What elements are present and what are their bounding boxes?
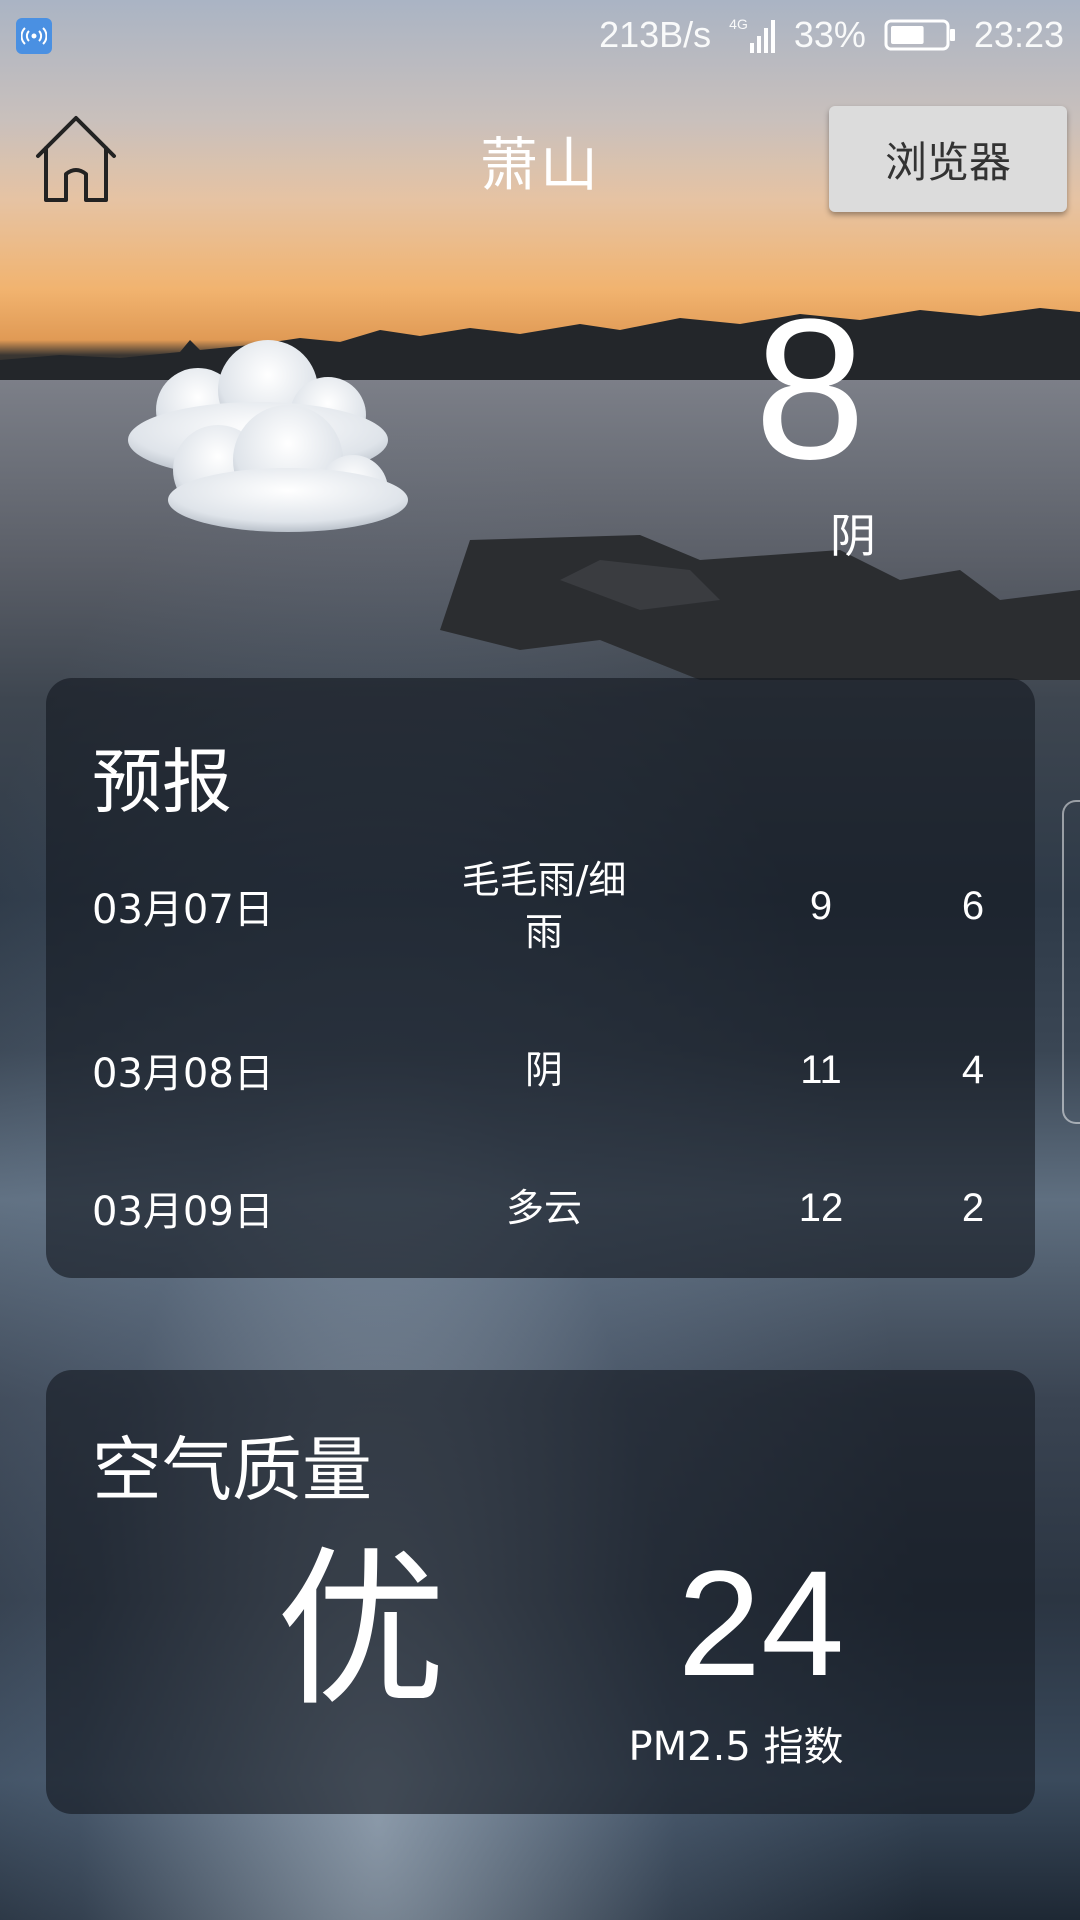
air-quality-level: 优 xyxy=(275,1532,446,1730)
forecast-date: 03月09日 xyxy=(92,1189,274,1235)
forecast-condition: 多云 xyxy=(505,1186,582,1230)
browser-button[interactable]: 浏览器 xyxy=(829,106,1067,212)
network-speed: 213B/s xyxy=(599,14,712,55)
forecast-row: 03月08日 阴 11 4 xyxy=(46,1020,1035,1120)
home-button[interactable] xyxy=(34,114,118,204)
home-icon xyxy=(36,116,116,202)
cloud-icon xyxy=(128,340,408,532)
signal-icon: 4G xyxy=(729,17,776,53)
network-type: 4G xyxy=(729,16,748,32)
hotspot-icon xyxy=(16,18,52,54)
forecast-high: 9 xyxy=(809,883,833,928)
forecast-title: 预报 xyxy=(92,741,232,823)
forecast-condition: 阴 xyxy=(524,1048,563,1092)
current-temperature: 8 xyxy=(754,278,866,501)
status-left xyxy=(16,18,52,54)
edge-panel-handle[interactable] xyxy=(1062,800,1080,1124)
forecast-row: 03月07日 毛毛雨/细雨 9 6 xyxy=(46,856,1035,956)
current-condition: 阴 xyxy=(830,509,876,563)
forecast-date: 03月08日 xyxy=(92,1051,274,1097)
forecast-low: 4 xyxy=(961,1047,985,1092)
battery-percent: 33% xyxy=(793,14,866,55)
forecast-low: 6 xyxy=(961,883,985,928)
rocks-background xyxy=(440,535,1080,680)
city-title: 萧山 xyxy=(479,131,600,199)
air-quality-panel: 空气质量 优 24 PM2.5 指数 xyxy=(46,1370,1035,1814)
forecast-high: 11 xyxy=(800,1047,842,1092)
battery-icon xyxy=(884,19,956,51)
air-quality-title: 空气质量 xyxy=(92,1429,372,1511)
status-bar: 213B/s 4G 33% 23:23 xyxy=(0,0,1080,72)
air-quality-label: PM2.5 指数 xyxy=(628,1724,844,1770)
weather-screen: 213B/s 4G 33% 23:23 萧山 浏览器 8 阴 预报 03月07日… xyxy=(0,0,1080,1920)
forecast-date: 03月07日 xyxy=(92,887,274,933)
forecast-row: 03月09日 多云 12 2 xyxy=(46,1158,1035,1258)
forecast-high: 12 xyxy=(798,1185,844,1230)
forecast-low: 2 xyxy=(961,1185,985,1230)
clock: 23:23 xyxy=(973,14,1064,55)
status-right: 213B/s 4G 33% 23:23 xyxy=(599,14,1064,56)
forecast-panel: 预报 03月07日 毛毛雨/细雨 9 6 03月08日 阴 11 4 03月09… xyxy=(46,678,1035,1278)
forecast-condition: 毛毛雨/细雨 xyxy=(461,858,627,954)
air-quality-value: 24 xyxy=(677,1539,845,1707)
